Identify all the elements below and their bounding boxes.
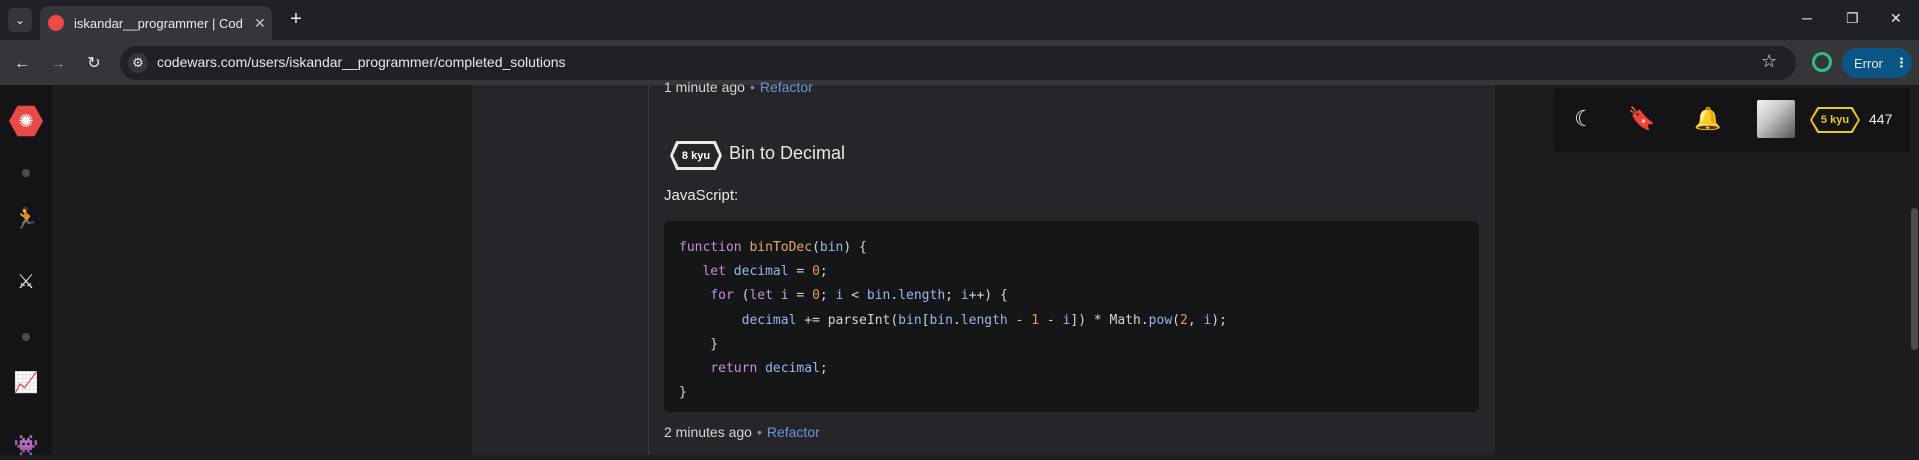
dark-mode-moon-icon[interactable]: ☾: [1570, 105, 1598, 133]
bookmarks-icon[interactable]: 🔖: [1628, 105, 1656, 133]
refactor-link[interactable]: Refactor: [767, 424, 820, 440]
timeline-divider: [648, 85, 649, 455]
code-line: }: [679, 385, 687, 401]
minimize-icon[interactable]: ─: [1802, 10, 1812, 26]
profile-error-button[interactable]: Error ⋮: [1842, 48, 1912, 78]
code-line: for (let i = 0; i < bin.length; i++) {: [710, 288, 1008, 304]
leaderboards-icon[interactable]: 📈: [12, 369, 40, 397]
forward-icon[interactable]: →: [46, 52, 70, 76]
reload-icon[interactable]: ↻: [82, 52, 106, 76]
previous-solution-time: 1 minute ago: [664, 79, 745, 95]
url-text[interactable]: codewars.com/users/iskandar__programmer/…: [157, 54, 566, 70]
extension-icon[interactable]: [1812, 52, 1832, 72]
discord-icon[interactable]: 👾: [12, 432, 40, 460]
menu-dots-icon: ⋮: [1894, 55, 1908, 70]
user-panel: [1553, 88, 1919, 152]
codewars-favicon-icon: [48, 15, 64, 31]
back-icon[interactable]: ←: [10, 52, 34, 76]
tab-search-button[interactable]: ⌄: [8, 8, 32, 32]
user-avatar[interactable]: [1757, 100, 1795, 138]
bookmark-star-icon[interactable]: ☆: [1761, 51, 1777, 72]
notifications-bell-icon[interactable]: 🔔: [1694, 105, 1722, 133]
solution-meta: 2 minutes ago • Refactor: [664, 424, 820, 440]
restore-icon[interactable]: ❐: [1846, 10, 1859, 27]
code-block: function binToDec(bin) { let decimal = 0…: [664, 221, 1479, 412]
previous-refactor-link[interactable]: Refactor: [760, 79, 813, 95]
user-honor-count: 447: [1869, 111, 1893, 127]
tab-close-icon[interactable]: ✕: [254, 15, 266, 32]
sidebar-separator-dot: [22, 169, 30, 177]
code-line: return decimal;: [710, 361, 828, 377]
error-label: Error: [1854, 55, 1883, 71]
clans-icon[interactable]: ⚔: [12, 268, 40, 296]
sidebar-separator-dot: [22, 333, 30, 341]
browser-tab[interactable]: iskandar__programmer | Codewars ✕: [40, 6, 272, 40]
kata-rank-label: 8 kyu: [673, 144, 719, 167]
kata-title-link[interactable]: Bin to Decimal: [729, 143, 845, 164]
separator-dot: •: [756, 424, 762, 440]
separator-dot: •: [749, 79, 755, 95]
new-tab-button[interactable]: +: [284, 8, 308, 32]
solution-language: JavaScript:: [664, 187, 739, 204]
scrollbar-thumb[interactable]: [1911, 208, 1918, 350]
user-rank-label: 5 kyu: [1812, 109, 1858, 131]
practice-icon[interactable]: 🏃: [12, 205, 40, 233]
code-line: decimal += parseInt(bin[bin.length - 1 -…: [741, 312, 1227, 328]
code-line: function binToDec(bin) {: [679, 240, 867, 255]
solution-time: 2 minutes ago: [664, 424, 752, 440]
previous-solution-meta: 1 minute ago • Refactor: [664, 79, 813, 95]
code-line: let decimal = 0;: [702, 264, 828, 280]
window-close-icon[interactable]: ✕: [1890, 10, 1902, 27]
site-info-icon[interactable]: ⚙: [128, 53, 148, 73]
code-line: }: [679, 336, 719, 352]
tab-title: iskandar__programmer | Codewars: [74, 15, 242, 31]
